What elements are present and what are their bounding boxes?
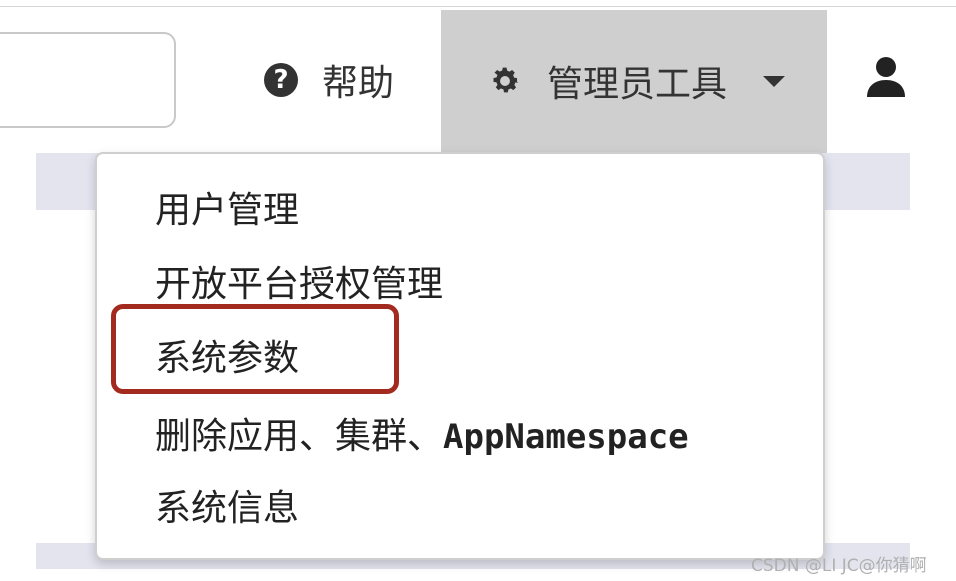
watermark: CSDN @LI JC@你猜啊 [751, 556, 927, 576]
menu-item-user-management[interactable]: 用户管理 [155, 186, 299, 236]
menu-item-label: 删除应用、集群、 [155, 416, 444, 457]
highlight-annotation [111, 304, 399, 394]
gear-icon [487, 63, 523, 99]
menu-item-delete-app-cluster-namespace[interactable]: 删除应用、集群、AppNamespace [155, 412, 689, 462]
caret-down-icon [763, 75, 786, 87]
user-icon[interactable] [866, 56, 906, 98]
menu-item-code-label: AppNamespace [443, 417, 689, 457]
admin-menu-screen: ? 帮助 管理员工具 用户管理 开放平台授权管理 系统参数 删除应用、集群、Ap… [0, 0, 956, 581]
search-input[interactable] [0, 32, 176, 128]
top-divider [0, 6, 956, 7]
menu-item-open-platform-auth[interactable]: 开放平台授权管理 [155, 260, 443, 310]
admin-tools-dropdown-toggle[interactable]: 管理员工具 [441, 10, 827, 153]
admin-tools-label: 管理员工具 [547, 64, 728, 105]
help-label: 帮助 [322, 63, 395, 104]
question-circle-icon: ? [264, 63, 298, 97]
help-link[interactable]: ? 帮助 [264, 56, 394, 104]
menu-item-system-info[interactable]: 系统信息 [155, 484, 299, 534]
